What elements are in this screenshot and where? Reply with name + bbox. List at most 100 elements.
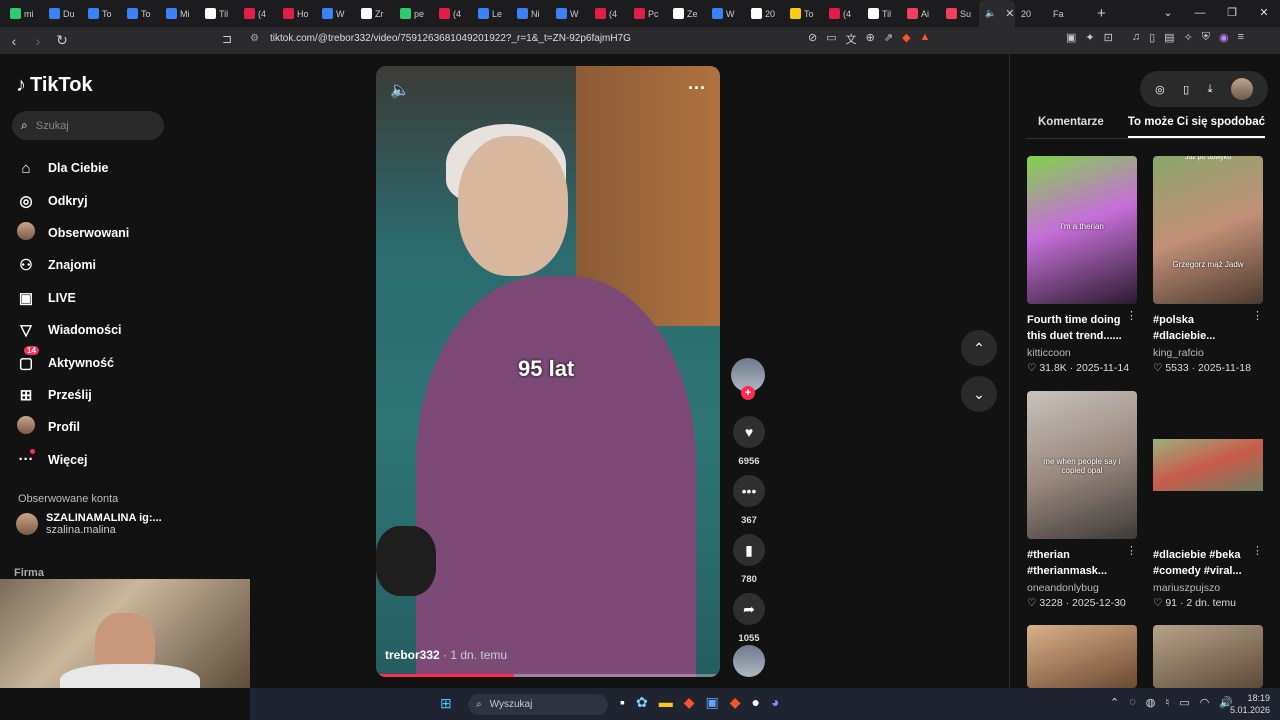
browser-tab[interactable]: pe (394, 0, 433, 27)
follow-plus-icon[interactable]: + (741, 386, 755, 400)
browser-tab[interactable]: mi (4, 0, 43, 27)
comment-icon[interactable]: ••• (733, 475, 765, 507)
share-icon[interactable]: ⇗ (884, 31, 893, 47)
extension-icon[interactable]: ▣ (1066, 31, 1076, 44)
vpn-icon[interactable]: ⛨ (1202, 31, 1210, 44)
browser-tab[interactable]: Le (472, 0, 511, 27)
puzzle-icon[interactable]: ✦ (1085, 31, 1094, 44)
tray-app-icon[interactable]: ◌ (1129, 696, 1136, 709)
card-more-icon[interactable]: ⋮ (1126, 544, 1137, 557)
browser-tab[interactable]: Ze (667, 0, 706, 27)
brave-shield-icon[interactable]: ◆ (902, 31, 910, 47)
video-thumbnail[interactable]: me when people say i copied opal (1027, 391, 1137, 539)
menu-icon[interactable]: ≡ (1238, 31, 1244, 44)
right-tab[interactable]: To może Ci się spodobać (1127, 116, 1265, 138)
windows-start-icon[interactable]: ⊞ (440, 695, 452, 712)
card-user[interactable]: mariuszpujszo (1153, 582, 1263, 594)
card-more-icon[interactable]: ⋮ (1252, 544, 1263, 557)
tab-close-icon[interactable]: ✕ (999, 7, 1015, 20)
brave-rewards-icon[interactable]: ▲ (920, 31, 931, 47)
recommended-video-card[interactable]: me when people say i copied opal #therian… (1027, 391, 1137, 609)
previous-video-button[interactable]: ⌃ (961, 330, 997, 366)
video-thumbnail[interactable]: Grzegorz mąż Jadw Juz po obwyku (1153, 156, 1263, 304)
discord-icon[interactable]: ◕ (771, 694, 779, 711)
sidebar-item[interactable]: ▣ LIVE (16, 282, 129, 314)
heart-icon[interactable]: ♥ (733, 416, 765, 448)
site-info-icon[interactable]: ⚙ (250, 33, 259, 44)
card-more-icon[interactable]: ⋮ (1126, 309, 1137, 322)
ai-icon[interactable]: ✧ (1184, 31, 1193, 44)
reload-icon[interactable]: ↻ (52, 32, 72, 49)
browser-tab[interactable]: W (316, 0, 355, 27)
bookmark-icon[interactable]: ▮ (733, 534, 765, 566)
video-progress[interactable] (376, 674, 720, 677)
maximize-button[interactable]: ❐ (1216, 0, 1248, 27)
browser-tab[interactable]: Zr (355, 0, 394, 27)
tracking-icon[interactable]: ⊘ (808, 31, 817, 47)
card-user[interactable]: king_rafcio (1153, 347, 1263, 359)
right-tab[interactable]: Komentarze (1026, 116, 1104, 138)
mic-icon[interactable]: ♮ (1165, 696, 1169, 709)
wallet-icon[interactable]: ▤ (1164, 31, 1174, 44)
volume-icon[interactable]: 🔈 (390, 80, 410, 100)
more-options-icon[interactable]: ··· (688, 78, 706, 99)
next-video-button[interactable]: ⌄ (961, 376, 997, 412)
browser-tab[interactable]: Fa (1047, 0, 1079, 27)
task-view-icon[interactable]: ▪ (620, 694, 625, 711)
card-title[interactable]: #dlaciebie #beka #comedy #viral... (1153, 547, 1253, 579)
browser-tab[interactable]: 20 (1015, 0, 1047, 27)
share-arrow-icon[interactable]: ➦ (733, 593, 765, 625)
card-more-icon[interactable]: ⋮ (1252, 309, 1263, 322)
browser-tab[interactable]: (4 (589, 0, 628, 27)
browser-tab[interactable]: W (550, 0, 589, 27)
new-tab-button[interactable]: + (1097, 5, 1106, 22)
close-window-button[interactable]: ✕ (1248, 0, 1280, 27)
url-field[interactable]: tiktok.com/@trebor332/video/759126368104… (270, 33, 631, 44)
zoom-icon[interactable]: ⊕ (866, 31, 875, 47)
browser-tab-active[interactable]: 🔈 ✕ (979, 0, 1015, 27)
file-explorer-icon[interactable]: ▬ (659, 694, 673, 711)
sidebar-icon[interactable]: ▯ (1149, 31, 1155, 44)
store-icon[interactable]: ▣ (705, 694, 718, 711)
browser-tab[interactable]: To (121, 0, 160, 27)
brave-active-icon[interactable]: ◆ (730, 694, 741, 711)
browser-tab[interactable]: (4 (238, 0, 277, 27)
tab-search-icon[interactable]: ⌄ (1152, 0, 1184, 27)
back-icon[interactable]: ‹ (4, 33, 24, 49)
tiktok-logo[interactable]: ♪ TikTok (16, 74, 93, 97)
browser-tab[interactable]: Mi (160, 0, 199, 27)
video-thumbnail[interactable] (1027, 625, 1137, 688)
sidebar-item[interactable]: ⚇ Znajomi (16, 249, 129, 281)
music-icon[interactable]: ♫ (1132, 31, 1140, 44)
search-box[interactable]: ⌕ (12, 111, 164, 140)
copilot-icon[interactable]: ✿ (636, 694, 648, 711)
taskbar-search[interactable]: ⌕ Wyszukaj (468, 694, 608, 715)
screenshot-icon[interactable]: ⊡ (1104, 31, 1113, 44)
sidebar-item[interactable]: Obserwowani (16, 217, 129, 249)
browser-tab[interactable]: Til (862, 0, 901, 27)
sidebar-item[interactable]: ⌂ Dla Ciebie (16, 152, 129, 184)
video-thumbnail[interactable]: I'm a therian (1027, 156, 1137, 304)
tray-chevron-icon[interactable]: ⌃ (1110, 696, 1119, 709)
video-thumbnail[interactable] (1153, 625, 1263, 688)
browser-tab[interactable]: Su (940, 0, 979, 27)
card-user[interactable]: kitticcoon (1027, 347, 1137, 359)
browser-tab[interactable]: Ho (277, 0, 316, 27)
video-thumbnail[interactable] (1153, 391, 1263, 539)
browser-tab[interactable]: Ai (901, 0, 940, 27)
sidebar-item[interactable]: ··· Więcej (16, 444, 129, 476)
sidebar-item[interactable]: ⊞ Prześlij (16, 379, 129, 411)
following-account[interactable]: SZALINAMALINA ig:... szalina.malina (16, 512, 162, 536)
recommended-video-card[interactable]: I'm a therian Fourth time doing this duet… (1027, 156, 1137, 374)
browser-tab[interactable]: (4 (823, 0, 862, 27)
author-avatar[interactable]: + (731, 358, 765, 400)
user-avatar[interactable] (1230, 78, 1253, 100)
browser-tab[interactable]: To (784, 0, 823, 27)
bookmark-icon[interactable]: ⊐ (222, 32, 232, 46)
video-player[interactable]: 🔈 ··· 95 lat trebor332 · 1 dn. temu (376, 66, 720, 677)
like-action[interactable]: ♥ 6956 (731, 416, 767, 467)
browser-tab[interactable]: W (706, 0, 745, 27)
recommended-video-card[interactable]: Grzegorz mąż Jadw Juz po obwyku #polska #d… (1153, 156, 1263, 374)
monitor-icon[interactable]: ▭ (1179, 696, 1189, 709)
clock[interactable]: 18:19 5.01.2026 (1230, 692, 1270, 716)
